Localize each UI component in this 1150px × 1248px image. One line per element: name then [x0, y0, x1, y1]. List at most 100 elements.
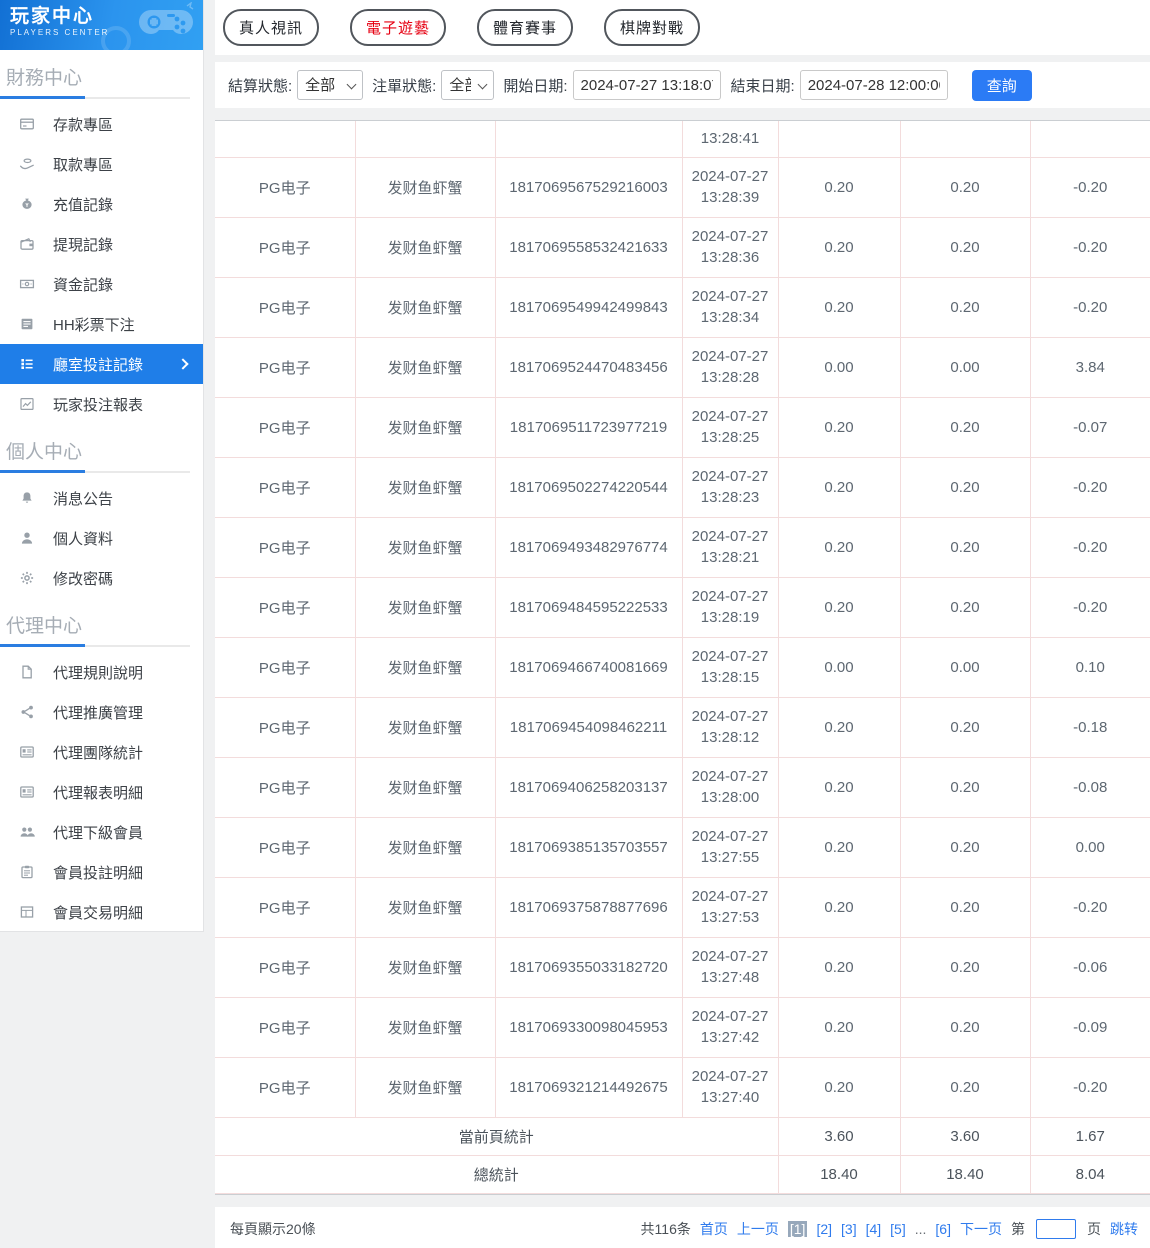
- total-count-text: 共116条: [641, 1219, 691, 1239]
- sidebar-item-label: 代理團隊統計: [53, 742, 143, 763]
- cell-game: 发财鱼虾蟹: [355, 757, 495, 817]
- page-size-text: 每頁顯示20條: [230, 1219, 316, 1239]
- sidebar-item-label: 會員交易明細: [53, 902, 143, 923]
- cell-time: 2024-07-2713:28:00: [682, 757, 778, 817]
- sidebar-item[interactable]: 取款專區: [0, 144, 203, 184]
- cell-bet-amount: 0.20: [778, 757, 900, 817]
- cell-time: 2024-07-2713:28:39: [682, 157, 778, 217]
- first-page-link[interactable]: 首页: [700, 1219, 728, 1239]
- cell-time: 2024-07-2713:28:12: [682, 697, 778, 757]
- users-icon: [19, 824, 35, 840]
- page-current[interactable]: [1]: [788, 1221, 808, 1237]
- sidebar-item[interactable]: 代理報表明細: [0, 772, 203, 812]
- tab-category[interactable]: 棋牌對戰: [604, 9, 700, 46]
- cell-valid-bet: [900, 121, 1030, 157]
- order-status-select[interactable]: 全部: [441, 70, 494, 100]
- cell-bet-amount: 0.00: [778, 337, 900, 397]
- cell-time-line: 13:28:15: [683, 667, 778, 688]
- cell-date-line: 2024-07-27: [683, 886, 778, 907]
- end-date-input[interactable]: [800, 70, 948, 100]
- sidebar-item-label: 取款專區: [53, 154, 113, 175]
- section-divider: [0, 645, 190, 647]
- sidebar-item[interactable]: HH彩票下注: [0, 304, 203, 344]
- cell-order-id: 1817069511723977219: [495, 397, 682, 457]
- search-button[interactable]: 查詢: [972, 70, 1032, 101]
- cell-bet-amount: 0.20: [778, 877, 900, 937]
- cell-order-id: 1817069406258203137: [495, 757, 682, 817]
- sidebar-item[interactable]: 提現記錄: [0, 224, 203, 264]
- sidebar-item[interactable]: 會員交易明細: [0, 892, 203, 932]
- cell-game: 发财鱼虾蟹: [355, 517, 495, 577]
- page-link[interactable]: [4]: [866, 1221, 882, 1237]
- cell-date-line: 2024-07-27: [683, 766, 778, 787]
- cell-bet-amount: 0.20: [778, 517, 900, 577]
- pagination-ellipsis: ...: [915, 1221, 927, 1237]
- sidebar-item-label: 代理規則說明: [53, 662, 143, 683]
- sidebar-item[interactable]: 充值記錄: [0, 184, 203, 224]
- cell-date-line: 2024-07-27: [683, 646, 778, 667]
- start-date-input[interactable]: [573, 70, 721, 100]
- order-status-wrap: 全部: [441, 70, 494, 100]
- cell-order-id: 1817069524470483456: [495, 337, 682, 397]
- sidebar-item-label: 消息公告: [53, 488, 113, 509]
- cell-profit: -0.20: [1030, 457, 1150, 517]
- sidebar-item[interactable]: 消息公告: [0, 478, 203, 518]
- cell-valid-bet: 0.20: [900, 757, 1030, 817]
- table-row: PG电子发财鱼虾蟹18170693851357035572024-07-2713…: [215, 817, 1150, 877]
- sidebar-item[interactable]: 個人資料: [0, 518, 203, 558]
- sidebar-item[interactable]: 廳室投註記錄: [0, 344, 203, 384]
- next-page-link[interactable]: 下一页: [960, 1219, 1002, 1239]
- page-link[interactable]: [2]: [816, 1221, 832, 1237]
- cell-platform: PG电子: [215, 397, 355, 457]
- cell-order-id: 1817069549942499843: [495, 277, 682, 337]
- cell-game: 发财鱼虾蟹: [355, 337, 495, 397]
- page-link[interactable]: [3]: [841, 1221, 857, 1237]
- jump-label-after: 页: [1087, 1219, 1101, 1239]
- summary-profit: 8.04: [1030, 1155, 1150, 1193]
- cell-time-line: 13:28:39: [683, 187, 778, 208]
- table-row: PG电子发财鱼虾蟹18170693758788776962024-07-2713…: [215, 877, 1150, 937]
- end-date-label: 結束日期:: [731, 75, 795, 96]
- cell-valid-bet: 0.20: [900, 697, 1030, 757]
- sidebar-item[interactable]: 修改密碼: [0, 558, 203, 598]
- cell-order-id: 1817069466740081669: [495, 637, 682, 697]
- cell-order-id: [495, 121, 682, 157]
- sidebar-item[interactable]: 代理團隊統計: [0, 732, 203, 772]
- settle-status-select[interactable]: 全部: [297, 70, 363, 100]
- sidebar-item[interactable]: 會員投註明細: [0, 852, 203, 892]
- page-link[interactable]: [5]: [890, 1221, 906, 1237]
- sidebar-item[interactable]: 存款專區: [0, 104, 203, 144]
- sidebar-item[interactable]: 玩家投注報表: [0, 384, 203, 424]
- tab-category[interactable]: 真人視訊: [223, 9, 319, 46]
- table-row: PG电子发财鱼虾蟹18170694667400816692024-07-2713…: [215, 637, 1150, 697]
- cell-time: 2024-07-2713:27:48: [682, 937, 778, 997]
- cell-game: 发财鱼虾蟹: [355, 697, 495, 757]
- jump-page-input[interactable]: [1036, 1219, 1076, 1239]
- jump-button[interactable]: 跳转: [1110, 1219, 1138, 1239]
- cell-profit: 0.10: [1030, 637, 1150, 697]
- table-row: PG电子发财鱼虾蟹18170695022742205442024-07-2713…: [215, 457, 1150, 517]
- sidebar-item[interactable]: 代理下級會員: [0, 812, 203, 852]
- table-row: PG电子发财鱼虾蟹18170694934829767742024-07-2713…: [215, 517, 1150, 577]
- sidebar-item-label: 代理推廣管理: [53, 702, 143, 723]
- cell-bet-amount: 0.20: [778, 157, 900, 217]
- file-icon: [19, 664, 35, 680]
- tab-category[interactable]: 體育賽事: [477, 9, 573, 46]
- sidebar-item[interactable]: 代理規則說明: [0, 652, 203, 692]
- sidebar-item[interactable]: 資金記錄: [0, 264, 203, 304]
- sidebar-item-label: 充值記錄: [53, 194, 113, 215]
- last-page-link[interactable]: [6]: [935, 1221, 951, 1237]
- cell-time-line: 13:28:36: [683, 247, 778, 268]
- sidebar-item-label: 存款專區: [53, 114, 113, 135]
- cell-profit: -0.20: [1030, 157, 1150, 217]
- sidebar-item[interactable]: 代理推廣管理: [0, 692, 203, 732]
- table-row: PG电子发财鱼虾蟹18170694062582031372024-07-2713…: [215, 757, 1150, 817]
- prev-page-link[interactable]: 上一页: [737, 1219, 779, 1239]
- cell-date-line: 2024-07-27: [683, 226, 778, 247]
- cell-bet-amount: 0.20: [778, 817, 900, 877]
- money-bag-icon: [19, 196, 35, 212]
- tab-active[interactable]: 電子遊藝: [350, 9, 446, 46]
- cell-valid-bet: 0.20: [900, 277, 1030, 337]
- start-date-label: 開始日期:: [503, 75, 567, 96]
- order-status-label: 注單狀態:: [372, 75, 436, 96]
